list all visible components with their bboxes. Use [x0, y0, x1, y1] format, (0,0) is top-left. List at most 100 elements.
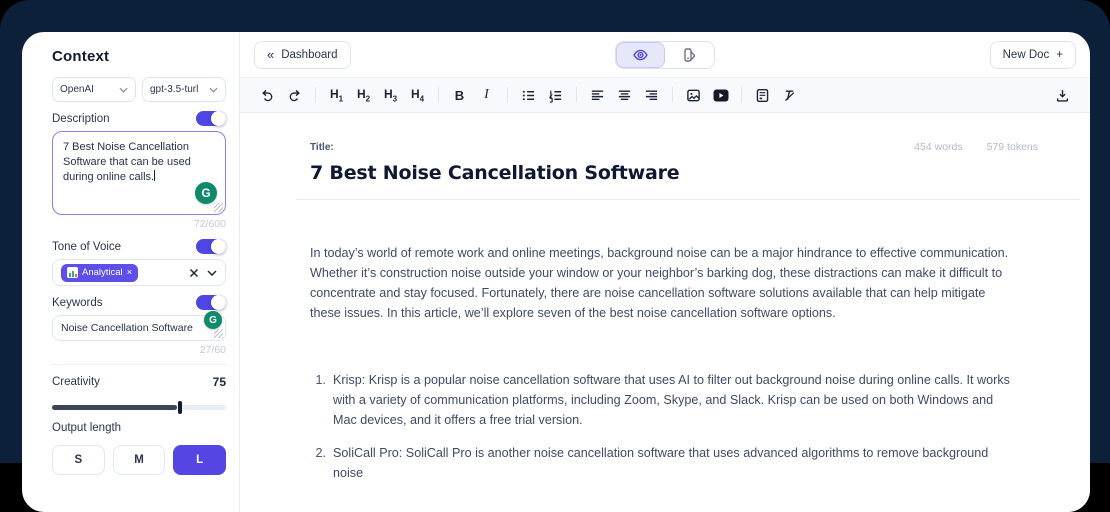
clear-icon[interactable] — [189, 268, 199, 278]
slider-fill — [52, 405, 177, 410]
align-right-button[interactable] — [638, 82, 665, 108]
dashboard-button-label: Dashboard — [281, 49, 337, 61]
doc-title-label: Title: — [310, 142, 334, 153]
chevron-down-icon — [119, 87, 128, 93]
output-length-s-button[interactable]: S — [52, 445, 105, 475]
eye-icon — [632, 48, 649, 62]
redo-button[interactable] — [281, 82, 308, 108]
description-textarea[interactable]: 7 Best Noise Cancellation Software that … — [52, 131, 226, 215]
sidebar-title: Context — [52, 48, 226, 65]
doc-heading[interactable]: 7 Best Noise Cancellation Software — [310, 162, 1060, 184]
tone-select[interactable]: Analytical × — [52, 259, 226, 286]
toolbar-separator — [576, 87, 577, 103]
new-doc-button[interactable]: New Doc + — [990, 41, 1076, 69]
toggle-knob — [211, 295, 226, 310]
creativity-slider[interactable] — [52, 401, 226, 414]
bold-button[interactable]: B — [446, 82, 473, 108]
insert-video-button[interactable] — [707, 82, 734, 108]
context-sidebar: Context OpenAI gpt-3.5-turl Description … — [22, 32, 240, 512]
align-left-button[interactable] — [584, 82, 611, 108]
description-counter: 72/600 — [52, 218, 226, 230]
list-item[interactable]: 1. Krisp: Krisp is a popular noise cance… — [310, 370, 1012, 430]
grammarly-icon[interactable]: G — [204, 311, 222, 329]
list-item-number: 1. — [310, 370, 326, 430]
doc-paragraph[interactable]: In today’s world of remote work and onli… — [310, 243, 1010, 323]
editor-main: « Dashboard — [240, 32, 1090, 512]
heading-3-button[interactable]: H3 — [377, 82, 404, 108]
toolbar-separator — [438, 87, 439, 103]
tone-tag-remove-icon[interactable]: × — [127, 267, 133, 278]
swatchbook-icon — [682, 47, 698, 63]
chevron-down-icon[interactable] — [207, 270, 217, 276]
preview-eye-button[interactable] — [616, 42, 665, 68]
tone-toggle[interactable] — [196, 239, 226, 254]
ordered-list-button[interactable] — [542, 82, 569, 108]
token-count: 579 tokens — [987, 141, 1038, 153]
clear-formatting-button[interactable] — [776, 82, 803, 108]
download-button[interactable] — [1049, 82, 1076, 108]
list-item-text: Krisp: Krisp is a popular noise cancella… — [333, 370, 1012, 430]
view-mode-segmented-control — [615, 41, 715, 69]
slider-thumb[interactable] — [178, 401, 182, 414]
chevron-down-icon — [209, 87, 218, 93]
keywords-input[interactable]: Noise Cancellation Software G — [52, 315, 226, 341]
model-select-value: gpt-3.5-turl — [150, 84, 198, 95]
ordered-list-icon — [548, 88, 563, 103]
keywords-text: Noise Cancellation Software — [61, 322, 193, 334]
description-text: 7 Best Noise Cancellation Software that … — [63, 141, 191, 183]
insert-image-button[interactable] — [680, 82, 707, 108]
double-chevron-left-icon: « — [267, 47, 274, 62]
heading-4-button[interactable]: H4 — [404, 82, 431, 108]
list-item[interactable]: 2. SoliCall Pro: SoliCall Pro is another… — [310, 443, 1012, 483]
clear-formatting-icon — [782, 88, 797, 103]
formatting-toolbar: H1 H2 H3 H4 B I — [240, 77, 1090, 113]
style-view-button[interactable] — [665, 42, 714, 68]
app-card: Context OpenAI gpt-3.5-turl Description … — [22, 32, 1090, 512]
provider-select[interactable]: OpenAI — [52, 77, 136, 102]
list-item-number: 2. — [310, 443, 326, 483]
model-select[interactable]: gpt-3.5-turl — [142, 77, 226, 102]
provider-select-value: OpenAI — [60, 84, 94, 95]
keywords-toggle[interactable] — [196, 295, 226, 310]
bullet-list-button[interactable] — [515, 82, 542, 108]
resize-grip-icon[interactable] — [214, 203, 223, 212]
creativity-value: 75 — [213, 375, 226, 389]
doc-divider — [296, 199, 1080, 200]
align-right-icon — [644, 88, 659, 103]
creativity-label: Creativity — [52, 376, 100, 388]
toolbar-separator — [315, 87, 316, 103]
new-doc-label: New Doc — [1003, 49, 1050, 61]
redo-icon — [287, 88, 302, 103]
tone-tag-analytical[interactable]: Analytical × — [61, 264, 138, 282]
align-center-button[interactable] — [611, 82, 638, 108]
output-length-label: Output length — [52, 422, 226, 437]
tone-label: Tone of Voice — [52, 241, 121, 253]
description-label: Description — [52, 113, 110, 125]
back-to-dashboard-button[interactable]: « Dashboard — [254, 41, 351, 69]
insert-template-button[interactable] — [749, 82, 776, 108]
toolbar-separator — [672, 87, 673, 103]
document-editor[interactable]: Title: 454 words 579 tokens 7 Best Noise… — [240, 113, 1090, 512]
italic-button[interactable]: I — [473, 82, 500, 108]
output-length-l-button[interactable]: L — [173, 445, 226, 475]
description-toggle[interactable] — [196, 111, 226, 126]
word-count: 454 words — [914, 141, 962, 153]
doc-numbered-list: 1. Krisp: Krisp is a popular noise cance… — [310, 370, 1012, 483]
align-left-icon — [590, 88, 605, 103]
toolbar-separator — [741, 87, 742, 103]
output-length-m-button[interactable]: M — [113, 445, 166, 475]
download-icon — [1055, 88, 1070, 103]
heading-1-button[interactable]: H1 — [323, 82, 350, 108]
toggle-knob — [211, 111, 226, 126]
document-form-icon — [755, 88, 770, 103]
heading-2-button[interactable]: H2 — [350, 82, 377, 108]
grammarly-icon[interactable]: G — [195, 182, 217, 204]
sidebar-divider — [52, 364, 226, 365]
undo-button[interactable] — [254, 82, 281, 108]
text-caret — [154, 170, 155, 181]
resize-grip-icon[interactable] — [214, 329, 223, 338]
editor-topbar: « Dashboard — [240, 32, 1090, 77]
list-item-text: SoliCall Pro: SoliCall Pro is another no… — [333, 443, 1012, 483]
keywords-label: Keywords — [52, 297, 103, 309]
toolbar-separator — [507, 87, 508, 103]
